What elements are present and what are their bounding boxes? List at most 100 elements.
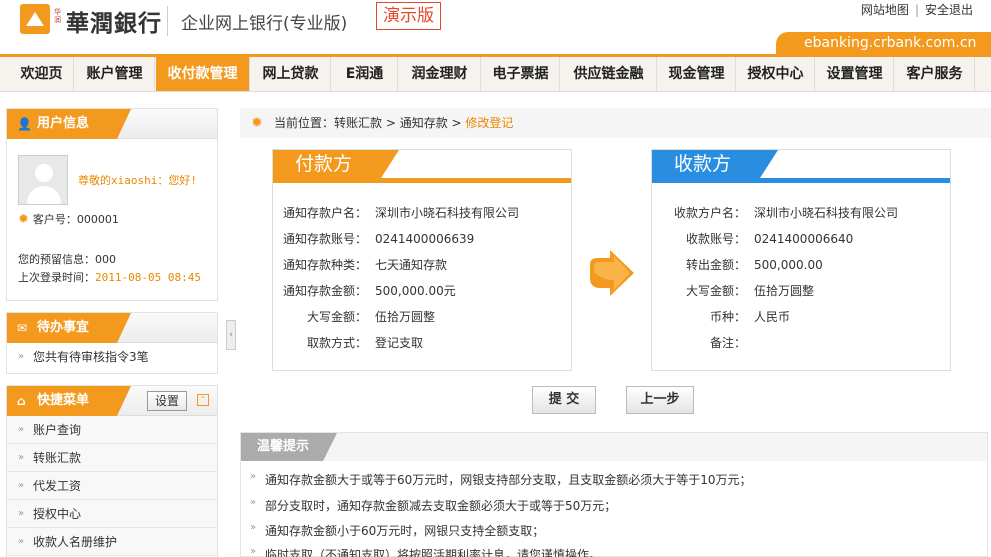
header-divider [167,6,168,36]
tips-title: 温馨提示 [241,433,337,461]
tip-item: 部分支取时，通知存款金额减去支取金额必须大于或等于50万元； [250,497,616,514]
payer-row: 通知存款金额： 500,000.00元 [273,281,573,301]
payer-row-label: 大写金额： [306,310,367,324]
payee-row: 大写金额： 伍拾万圆整 [652,281,952,301]
shortcut-header: ⌂ 快捷菜单 设置 ⌃ [7,386,217,416]
payee-row-value: 0241400006640 [754,232,854,246]
breadcrumb-transfer[interactable]: 转账汇款 [334,116,382,130]
payer-row-label: 通知存款种类： [282,258,367,272]
payee-row-label: 大写金额： [685,284,746,298]
tips-box: 温馨提示 通知存款金额大于或等于60万元时，网银支持部分支取，且支取金额必须大于… [240,432,988,557]
nav-erun[interactable]: E润通 [332,57,398,91]
breadcrumb-separator: > [382,116,400,130]
sun-icon: ✹ [251,115,263,131]
shortcut-payee-list[interactable]: 收款人名册维护 [7,528,217,556]
payee-panel: 收款方 收款方户名： 深圳市小晓石科技有限公司 收款账号： 024140000664… [651,149,951,371]
tip-item: 通知存款金额小于60万元时，网银只支持全额支取； [250,522,544,539]
payer-row-label: 取款方式： [306,336,367,350]
bank-logo-icon [20,4,50,34]
payer-panel: 付款方 通知存款户名： 深圳市小晓石科技有限公司 通知存款账号： 024140000… [272,149,572,371]
nav-ebills[interactable]: 电子票据 [482,57,560,91]
customer-no-label: 客户号： [32,213,77,226]
demo-badge: 演示版 [376,2,441,30]
right-arrow-icon [590,250,634,296]
top-links: 网站地图 | 安全退出 [861,1,973,18]
gear-icon: ✹ [18,212,29,227]
user-info-box: 👤 用户信息 尊敬的xiaoshi：您好! ✹ 客户号：000001 您的预留信息… [6,108,218,301]
back-button[interactable]: 上一步 [626,386,694,414]
payer-row-value: 登记支取 [375,336,424,350]
nav-payments[interactable]: 收付款管理 [156,57,250,91]
todo-box: ✉ 待办事宜 您共有待审核指令3笔 [6,312,218,374]
breadcrumb-prefix: 当前位置： [274,116,335,130]
payee-row-value: 人民币 [754,310,791,324]
payer-row-label: 通知存款账号： [282,232,367,246]
logout-link[interactable]: 安全退出 [925,3,973,17]
payer-row: 通知存款户名： 深圳市小晓石科技有限公司 [273,203,573,223]
breadcrumb-notice-deposit[interactable]: 通知存款 [400,116,448,130]
submit-button[interactable]: 提 交 [532,386,596,414]
todo-header: ✉ 待办事宜 [7,313,217,343]
nav-loans[interactable]: 网上贷款 [251,57,331,91]
bank-name: 華潤銀行 [66,10,162,37]
user-icon: 👤 [17,117,32,131]
payee-panel-header: 收款方 [652,150,950,183]
logo-small-text: 华润 [54,8,61,24]
chat-icon: ✉ [17,321,28,335]
payer-title-bar [273,178,571,183]
payee-row-value: 伍拾万圆整 [754,284,815,298]
payer-row-value: 七天通知存款 [375,258,448,272]
sidebar-collapse-handle[interactable]: ‹ [226,320,236,350]
payee-row-label: 币种： [709,310,746,324]
collapse-up-icon[interactable]: ⌃ [197,394,209,406]
app-name: 企业网上银行(专业版) [181,14,348,34]
home-icon: ⌂ [17,394,26,408]
header: 华润 華潤銀行 企业网上银行(专业版) 演示版 网站地图 | 安全退出 ebanki… [0,0,991,56]
shortcut-account-query[interactable]: 账户查询 [7,416,217,444]
payee-row-label: 备注： [709,336,746,350]
payer-row-value: 500,000.00元 [375,284,456,298]
tips-header: 温馨提示 [241,433,987,461]
shortcut-payroll[interactable]: 代发工资 [7,472,217,500]
breadcrumb: ✹ 当前位置：转账汇款 > 通知存款 > 修改登记 [240,108,991,138]
sitemap-link[interactable]: 网站地图 [861,3,909,17]
nav-cash[interactable]: 现金管理 [658,57,736,91]
todo-title: 待办事宜 [37,320,90,335]
customer-no-value: 000001 [76,213,119,226]
breadcrumb-current: 修改登记 [465,116,514,130]
user-info-header: 👤 用户信息 [7,109,217,139]
nav-settings[interactable]: 设置管理 [816,57,894,91]
nav-welcome[interactable]: 欢迎页 [10,57,74,91]
reserved-info-label: 您的预留信息： [18,253,95,266]
payer-row: 通知存款账号： 0241400006639 [273,229,573,249]
site-url: ebanking.crbank.com.cn [776,32,991,54]
shortcut-transfer[interactable]: 转账汇款 [7,444,217,472]
payee-row-label: 收款账号： [685,232,746,246]
payee-title-bar [652,178,950,183]
reserved-info-value: 000 [95,253,116,266]
nav-authorization[interactable]: 授权中心 [737,57,815,91]
page: 华润 華潤銀行 企业网上银行(专业版) 演示版 网站地图 | 安全退出 ebanki… [0,0,991,557]
nav-supply-chain[interactable]: 供应链金融 [561,57,657,91]
payee-row-label: 收款方户名： [673,206,746,220]
payer-row-value: 伍拾万圆整 [375,310,436,324]
payer-row-value: 深圳市小晓石科技有限公司 [375,206,520,220]
payee-title: 收款方 [652,150,778,178]
shortcut-title-tab: ⌂ 快捷菜单 [7,386,131,416]
breadcrumb-separator: > [447,116,466,130]
shortcut-authorization[interactable]: 授权中心 [7,500,217,528]
payer-panel-header: 付款方 [273,150,571,183]
last-login-value: 2011-08-05 08:45 [95,271,201,284]
payee-row: 币种： 人民币 [652,307,952,327]
payee-row: 收款账号： 0241400006640 [652,229,952,249]
todo-item[interactable]: 您共有待审核指令3笔 [7,343,217,371]
payer-row-label: 通知存款金额： [282,284,367,298]
nav-accounts[interactable]: 账户管理 [75,57,155,91]
nav-wealth[interactable]: 润金理财 [399,57,481,91]
payee-row: 收款方户名： 深圳市小晓石科技有限公司 [652,203,952,223]
payer-row: 大写金额： 伍拾万圆整 [273,307,573,327]
nav-service[interactable]: 客户服务 [895,57,975,91]
payer-row-label: 通知存款户名： [282,206,367,220]
payer-row: 通知存款种类： 七天通知存款 [273,255,573,275]
shortcut-settings-button[interactable]: 设置 [147,391,187,411]
